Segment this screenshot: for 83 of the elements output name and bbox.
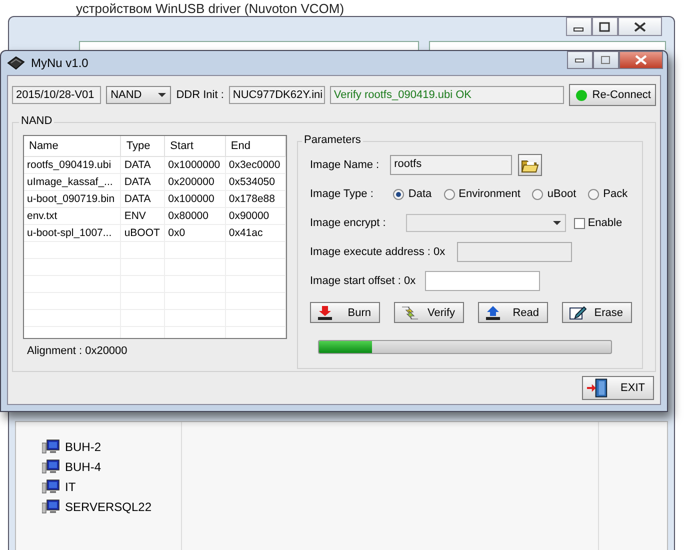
tree-item[interactable]: IT [42,479,76,495]
close-icon [635,55,647,65]
table-cell: 0x3ec0000 [225,156,286,174]
table-cell: 0x178e88 [225,190,286,208]
column-header[interactable]: Type [120,136,165,156]
table-cell: 0x1000000 [164,156,226,174]
edit-icon [569,305,587,320]
minimize-button[interactable] [567,51,593,69]
enable-checkbox[interactable]: Enable [574,217,622,229]
tree-label: IT [65,480,76,494]
maximize-icon [599,22,611,32]
exit-door-icon [587,378,609,398]
download-arrow-icon [317,306,333,320]
maximize-icon [601,56,611,64]
mode-dropdown[interactable]: NAND [106,86,172,104]
table-cell: u-boot-spl_1007... [24,224,121,242]
computer-icon [42,479,60,495]
table-cell: uImage_kassaf_... [24,174,121,190]
column-header[interactable]: End [225,136,286,156]
search-field[interactable] [429,41,666,50]
table-cell: 0x534050 [225,174,286,190]
tree-item[interactable]: SERVERSQL22 [42,499,152,515]
table-cell: uBOOT [120,224,165,242]
alignment-label: Alignment : 0x20000 [27,345,128,357]
exit-button[interactable]: EXIT [582,376,654,400]
image-list[interactable] [23,135,287,339]
folder-icon [521,158,540,172]
field-label: Image encrypt : [310,217,386,229]
ddr-label: DDR Init : [176,89,224,101]
table-cell: DATA [120,174,165,190]
image-name-field: rootfs [390,155,512,175]
start-offset-field[interactable] [424,271,540,291]
radio-button[interactable]: uBoot [532,188,576,200]
field-label: Image execute address : 0x [310,246,446,258]
field-label: Image Type : [310,188,374,200]
table-cell: env.txt [24,208,121,224]
computer-icon [42,459,60,475]
ddr-file-field: NUC977DK62Y.ini [228,86,325,104]
status-field: Verify rootfs_090419.ubi OK [330,86,564,104]
version-field: 2015/10/28-V01 [12,86,101,104]
tree-item[interactable]: BUH-2 [42,439,102,455]
table-cell: 0x90000 [225,208,286,224]
table-cell: u-boot_090719.bin [24,190,121,208]
minimize-icon [575,57,585,63]
field-label: Image Name : [310,159,380,171]
table-cell: 0x0 [164,224,226,242]
action-button[interactable]: Erase [562,302,632,323]
close-button[interactable] [618,17,662,36]
group-title: Parameters [302,134,363,146]
minimize-button[interactable] [566,17,592,36]
action-button[interactable]: Read [478,302,548,323]
swap-arrows-icon [401,306,419,320]
maximize-button[interactable] [592,17,618,36]
table-cell: ENV [120,208,165,224]
radio-button[interactable]: Environment [444,188,520,200]
column-header[interactable]: Name [24,136,121,156]
upload-arrow-icon [485,306,501,320]
tree-label: BUH-4 [65,460,102,474]
action-button[interactable]: Verify [394,302,464,323]
tree-item[interactable]: BUH-4 [42,459,102,475]
table-cell: 0x41ac [225,224,286,242]
table-cell: 0x200000 [164,174,226,190]
computer-icon [42,439,60,455]
radio-button[interactable]: Pack [588,188,628,200]
window-title: MyNu v1.0 [31,56,88,70]
radio-button[interactable]: Data [393,188,432,200]
table-cell: DATA [120,190,165,208]
chip-icon [7,56,25,70]
table-cell: 0x80000 [164,208,226,224]
browse-button[interactable] [518,154,542,176]
reconnect-button[interactable]: Re-Connect [569,84,656,106]
group-title: NAND [19,115,54,127]
field-label: Image start offset : 0x [310,275,416,287]
table-cell: rootfs_090419.ubi [24,156,121,174]
action-button[interactable]: Burn [310,302,380,323]
table-cell: 0x100000 [164,190,226,208]
close-icon [634,22,646,32]
computer-icon [42,499,60,515]
tree-label: BUH-2 [65,440,102,454]
address-bar[interactable] [79,41,419,50]
tree-label: SERVERSQL22 [65,500,152,514]
table-cell: DATA [120,156,165,174]
column-header[interactable]: Start [164,136,226,156]
